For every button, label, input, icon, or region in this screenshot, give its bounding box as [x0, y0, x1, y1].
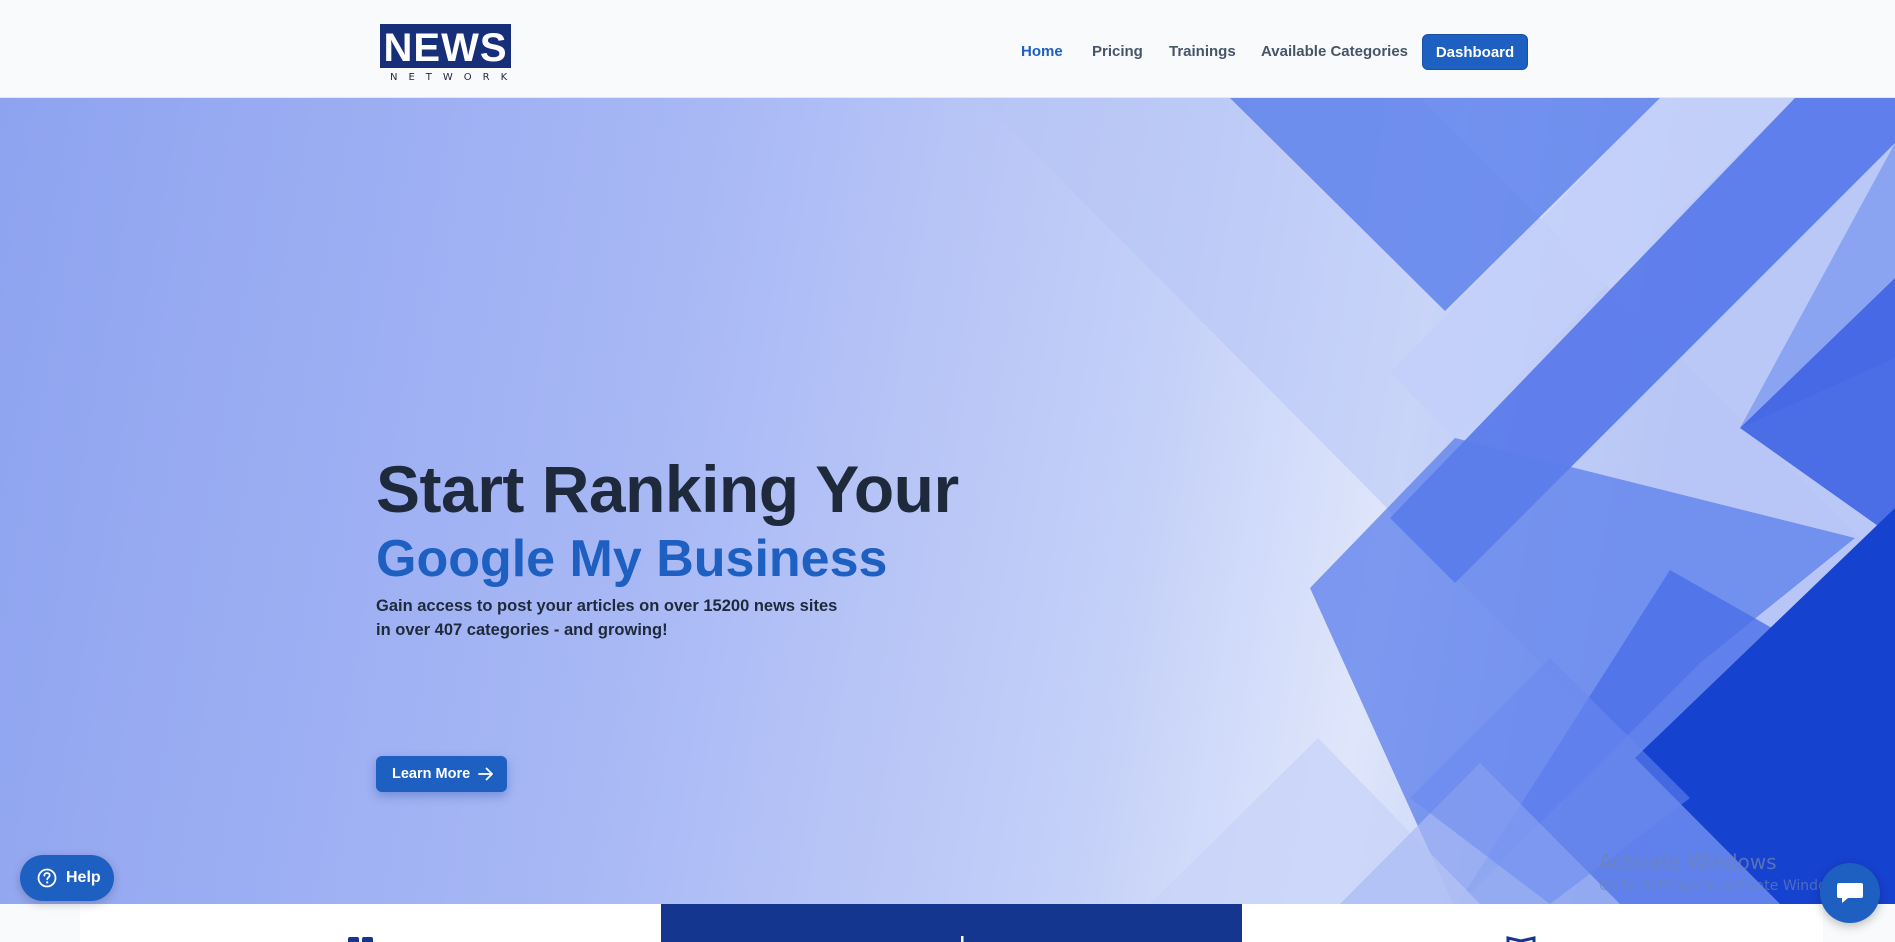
feature-card[interactable] — [80, 904, 661, 942]
help-button[interactable]: Help — [20, 855, 114, 901]
site-header: NEWS NETWORK Home Pricing Trainings Avai… — [0, 0, 1895, 98]
nav-pricing[interactable]: Pricing — [1092, 43, 1143, 60]
hero-section: Start Ranking Your Google My Business Ga… — [0, 98, 1895, 904]
feature-cards-row — [80, 904, 1823, 942]
hero-title: Start Ranking Your — [376, 452, 959, 526]
learn-more-button[interactable]: Learn More — [376, 756, 507, 792]
hero-description-line-2: in over 407 categories - and growing! — [376, 621, 668, 639]
dashboard-button[interactable]: Dashboard — [1422, 34, 1528, 70]
hero-description: Gain access to post your articles on ove… — [376, 594, 846, 642]
hero-description-line-1: Gain access to post your articles on ove… — [376, 597, 838, 615]
hero-subtitle: Google My Business — [376, 530, 888, 588]
logo-sub-text: NETWORK — [390, 72, 519, 83]
learn-more-label: Learn More — [392, 766, 471, 782]
help-label: Help — [66, 869, 101, 886]
chat-bubble-icon — [1837, 883, 1863, 903]
watermark-title: Activate Windows — [1599, 850, 1777, 874]
feature-card[interactable] — [661, 904, 1242, 942]
nav-available-categories[interactable]: Available Categories — [1261, 43, 1408, 60]
ribbon-icon — [1506, 936, 1536, 942]
watermark-subtitle: Go to Settings to activate Windows. — [1599, 878, 1850, 894]
antenna-icon — [961, 936, 964, 942]
news-network-logo[interactable]: NEWS NETWORK — [380, 24, 511, 84]
hero-content: Start Ranking Your Google My Business Ga… — [376, 450, 1076, 792]
question-circle-icon — [37, 868, 57, 888]
arrow-right-icon — [478, 767, 493, 781]
nav-home[interactable]: Home — [1021, 43, 1063, 60]
feature-card[interactable] — [1242, 904, 1823, 942]
nav-trainings[interactable]: Trainings — [1169, 43, 1236, 60]
grid-icon — [348, 937, 373, 942]
activate-windows-watermark: Activate Windows Go to Settings to activ… — [1599, 850, 1850, 894]
chat-button[interactable] — [1820, 863, 1880, 923]
logo-main-text: NEWS — [380, 24, 511, 70]
